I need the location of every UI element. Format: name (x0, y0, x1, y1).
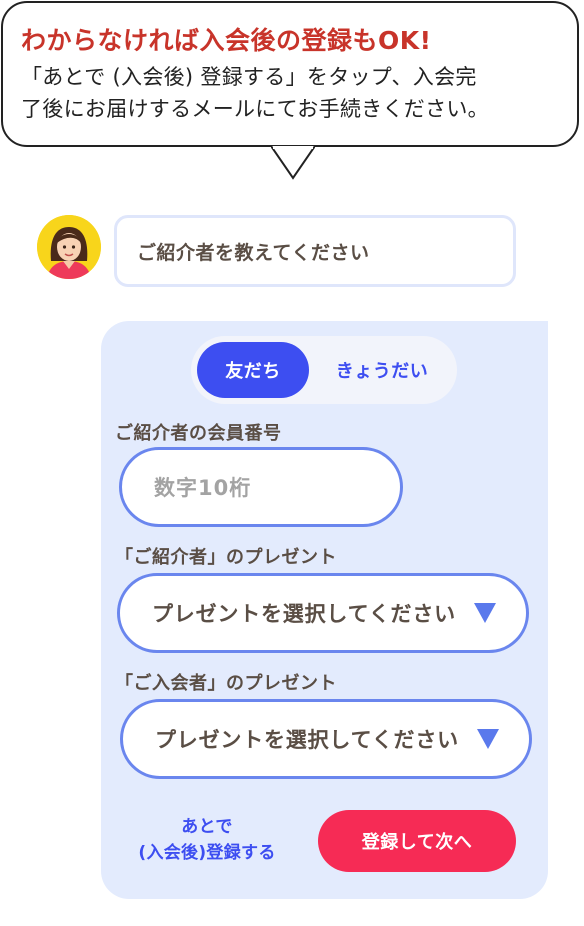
referral-type-toggle: 友だち きょうだい (191, 336, 457, 404)
question-text: ご紹介者を教えてください (137, 241, 370, 264)
referrer-gift-value: プレゼントを選択してください (152, 602, 456, 626)
newcomer-gift-select[interactable]: プレゼントを選択してください (120, 699, 532, 779)
info-bubble: わからなければ入会後の登録もOK! 「あとで (入会後) 登録する」をタップ、入… (1, 1, 579, 180)
bubble-line-1: 「あとで (入会後) 登録する」をタップ、入会完 (21, 65, 477, 89)
woman-avatar-icon (37, 215, 101, 279)
assistant-avatar (37, 215, 101, 279)
member-number-label: ご紹介者の会員番号 (115, 423, 282, 444)
dropdown-triangle-icon (477, 729, 499, 749)
tab-friend[interactable]: 友だち (197, 342, 309, 398)
question-box: ご紹介者を教えてください (114, 215, 516, 287)
member-number-placeholder: 数字10桁 (154, 476, 252, 500)
register-later-line-1: あとで (181, 817, 233, 837)
member-number-input[interactable]: 数字10桁 (119, 447, 403, 527)
register-next-button[interactable]: 登録して次へ (318, 810, 516, 872)
referrer-gift-label: 「ご紹介者」のプレゼント (115, 547, 337, 568)
referrer-gift-select[interactable]: プレゼントを選択してください (117, 573, 529, 653)
bubble-line-2: 了後にお届けするメールにてお手続きください。 (21, 97, 489, 121)
referral-form-panel: 友だち きょうだい ご紹介者の会員番号 数字10桁 「ご紹介者」のプレゼント プ… (101, 321, 548, 899)
bubble-body: 「あとで (入会後) 登録する」をタップ、入会完 了後にお届けするメールにてお手… (21, 61, 577, 125)
newcomer-gift-value: プレゼントを選択してください (155, 728, 459, 752)
bubble-tail (271, 146, 315, 180)
newcomer-gift-label: 「ご入会者」のプレゼント (115, 673, 337, 694)
dropdown-triangle-icon (474, 603, 496, 623)
bubble-title: わからなければ入会後の登録もOK! (21, 26, 432, 55)
register-later-link[interactable]: あとで (入会後)登録する (119, 814, 295, 866)
register-later-line-2: (入会後)登録する (138, 843, 276, 863)
tab-sibling[interactable]: きょうだい (313, 342, 451, 398)
